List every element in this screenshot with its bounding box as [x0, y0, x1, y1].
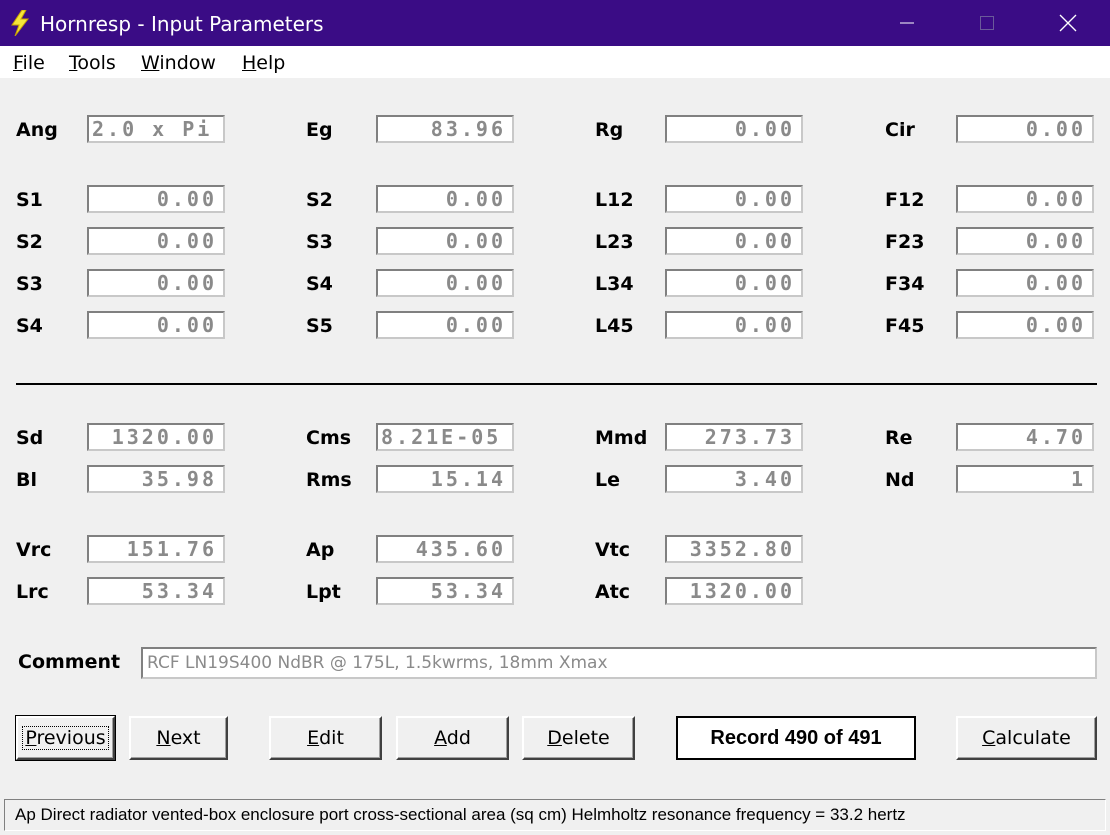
- f34-label: F34: [885, 273, 925, 295]
- ang-field[interactable]: 2.0 x Pi: [87, 115, 225, 143]
- s3-label: S3: [306, 231, 333, 253]
- close-button[interactable]: [1045, 0, 1091, 46]
- menu-window[interactable]: Window: [141, 52, 216, 74]
- cms-label: Cms: [306, 427, 352, 449]
- sd-label: Sd: [16, 427, 44, 449]
- l12-label: L12: [595, 189, 634, 211]
- f12-label: F12: [885, 189, 925, 211]
- bl-field[interactable]: 35.98: [87, 465, 225, 493]
- eg-field[interactable]: 83.96: [376, 115, 514, 143]
- s2-field[interactable]: 0.00: [376, 185, 514, 213]
- l23-label: L23: [595, 231, 634, 253]
- comment-field[interactable]: RCF LN19S400 NdBR @ 175L, 1.5kwrms, 18mm…: [141, 647, 1097, 679]
- rg-label: Rg: [595, 119, 624, 141]
- add-button[interactable]: Add: [396, 716, 509, 760]
- nd-label: Nd: [885, 469, 915, 491]
- s4-label: S4: [306, 273, 333, 295]
- s4-field[interactable]: 0.00: [376, 269, 514, 297]
- delete-button[interactable]: Delete: [522, 716, 635, 760]
- sd-field[interactable]: 1320.00: [87, 423, 225, 451]
- comment-label: Comment: [18, 651, 121, 673]
- previous-button[interactable]: Previous: [15, 715, 116, 761]
- minimize-button[interactable]: [884, 0, 930, 46]
- s2-label-row2: S2: [16, 231, 43, 253]
- calculate-button[interactable]: Calculate: [956, 716, 1097, 760]
- f45-label: F45: [885, 315, 925, 337]
- l45-label: L45: [595, 315, 634, 337]
- rg-field[interactable]: 0.00: [665, 115, 803, 143]
- cms-field[interactable]: 8.21E-05: [376, 423, 514, 451]
- lrc-field[interactable]: 53.34: [87, 577, 225, 605]
- menu-help[interactable]: Help: [242, 52, 285, 74]
- s4-field-row4[interactable]: 0.00: [87, 311, 225, 339]
- s1-field[interactable]: 0.00: [87, 185, 225, 213]
- lpt-label: Lpt: [306, 581, 341, 603]
- vrc-label: Vrc: [16, 539, 52, 561]
- rms-label: Rms: [306, 469, 352, 491]
- edit-button[interactable]: Edit: [269, 716, 382, 760]
- lightning-bolt-icon: [11, 10, 30, 36]
- menu-tools[interactable]: Tools: [69, 52, 116, 74]
- close-icon: [1059, 14, 1077, 32]
- status-bar: Ap Direct radiator vented-box enclosure …: [4, 799, 1106, 831]
- f34-field[interactable]: 0.00: [956, 269, 1094, 297]
- atc-field[interactable]: 1320.00: [665, 577, 803, 605]
- lpt-field[interactable]: 53.34: [376, 577, 514, 605]
- l45-field[interactable]: 0.00: [665, 311, 803, 339]
- l12-field[interactable]: 0.00: [665, 185, 803, 213]
- l34-field[interactable]: 0.00: [665, 269, 803, 297]
- s2-label: S2: [306, 189, 333, 211]
- nd-field[interactable]: 1: [956, 465, 1094, 493]
- re-label: Re: [885, 427, 913, 449]
- l34-label: L34: [595, 273, 634, 295]
- f23-field[interactable]: 0.00: [956, 227, 1094, 255]
- rms-field[interactable]: 15.14: [376, 465, 514, 493]
- ang-label: Ang: [16, 119, 58, 141]
- s1-label: S1: [16, 189, 43, 211]
- vtc-label: Vtc: [595, 539, 631, 561]
- lrc-label: Lrc: [16, 581, 49, 603]
- s4-label-row4: S4: [16, 315, 43, 337]
- l23-field[interactable]: 0.00: [665, 227, 803, 255]
- cir-field[interactable]: 0.00: [956, 115, 1094, 143]
- mmd-field[interactable]: 273.73: [665, 423, 803, 451]
- le-field[interactable]: 3.40: [665, 465, 803, 493]
- le-label: Le: [595, 469, 620, 491]
- s3-field[interactable]: 0.00: [376, 227, 514, 255]
- bl-label: Bl: [16, 469, 37, 491]
- menu-bar: File Tools Window Help: [0, 46, 1110, 78]
- menu-file[interactable]: File: [13, 52, 45, 74]
- hornresp-window: Hornresp - Input Parameters File Tools W…: [0, 0, 1110, 835]
- re-field[interactable]: 4.70: [956, 423, 1094, 451]
- s3-label-row3: S3: [16, 273, 43, 295]
- ap-label: Ap: [306, 539, 335, 561]
- mmd-label: Mmd: [595, 427, 648, 449]
- s2-field-row2[interactable]: 0.00: [87, 227, 225, 255]
- s3-field-row3[interactable]: 0.00: [87, 269, 225, 297]
- s5-field[interactable]: 0.00: [376, 311, 514, 339]
- ap-field[interactable]: 435.60: [376, 535, 514, 563]
- f23-label: F23: [885, 231, 925, 253]
- window-title: Hornresp - Input Parameters: [40, 12, 324, 36]
- f12-field[interactable]: 0.00: [956, 185, 1094, 213]
- title-bar[interactable]: Hornresp - Input Parameters: [0, 0, 1110, 46]
- maximize-icon: [980, 16, 994, 30]
- cir-label: Cir: [885, 119, 915, 141]
- minimize-icon: [900, 22, 914, 24]
- f45-field[interactable]: 0.00: [956, 311, 1094, 339]
- eg-label: Eg: [306, 119, 333, 141]
- s5-label: S5: [306, 315, 333, 337]
- vrc-field[interactable]: 151.76: [87, 535, 225, 563]
- next-button[interactable]: Next: [129, 716, 228, 760]
- record-indicator: Record 490 of 491: [676, 716, 916, 760]
- section-divider: [16, 383, 1097, 385]
- atc-label: Atc: [595, 581, 631, 603]
- maximize-button[interactable]: [964, 0, 1010, 46]
- vtc-field[interactable]: 3352.80: [665, 535, 803, 563]
